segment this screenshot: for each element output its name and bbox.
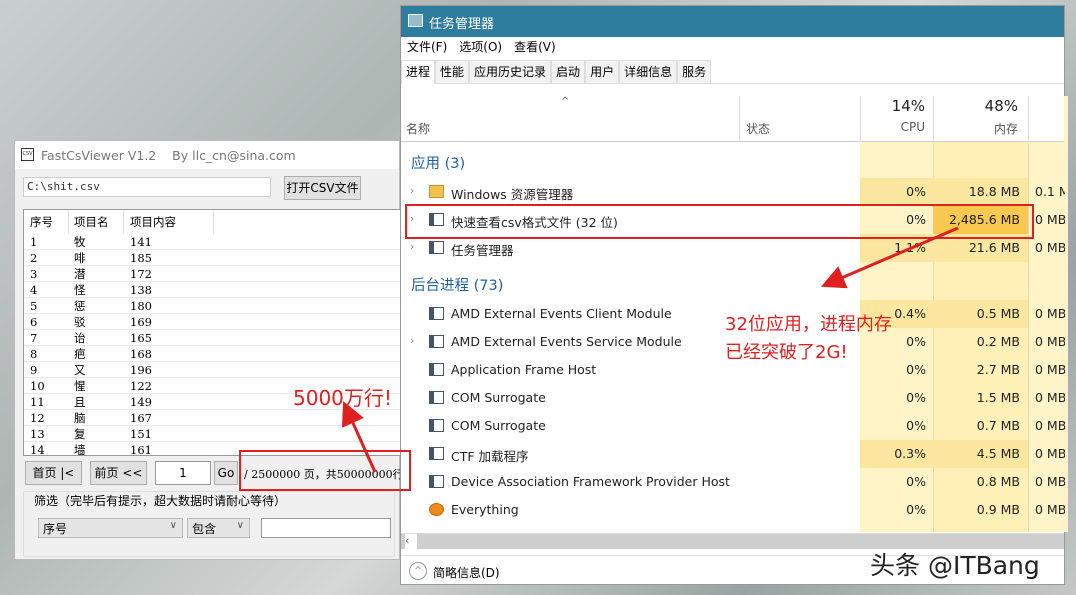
memory-annotation-1: 32位应用，进程内存	[725, 314, 892, 335]
highlight-box-total	[239, 450, 411, 491]
arrow-memory	[820, 226, 959, 289]
highlight-box-process	[405, 204, 1034, 239]
annotation-layer	[239, 204, 1034, 491]
arrow-rows	[341, 401, 377, 473]
watermark: 头条 @ITBang	[870, 551, 1040, 580]
memory-annotation-2: 已经突破了2G!	[725, 342, 848, 363]
rows-annotation: 5000万行!	[293, 386, 392, 410]
